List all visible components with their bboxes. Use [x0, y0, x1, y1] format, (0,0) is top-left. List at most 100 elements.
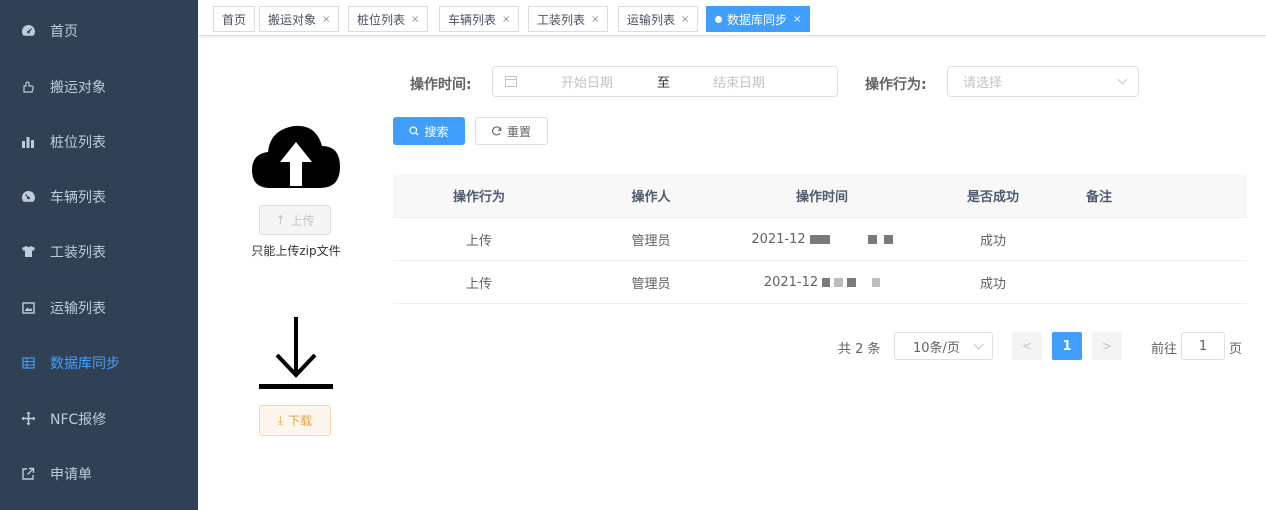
close-icon[interactable]: × — [591, 14, 599, 25]
upload-tip: 只能上传zip文件 — [251, 244, 341, 258]
search-button-label: 搜索 — [424, 124, 449, 139]
sidebar-item-label: NFC报修 — [50, 411, 107, 428]
refresh-icon — [492, 126, 502, 136]
table-row[interactable]: 上传 管理员 2021-12 成功 — [393, 261, 1247, 304]
move-icon — [20, 411, 36, 427]
tag-vehicle-list[interactable]: 车辆列表 × — [439, 6, 520, 32]
close-icon[interactable]: × — [502, 14, 510, 25]
pagination-total: 共 2 条 — [838, 342, 881, 357]
cloud-upload-icon[interactable] — [250, 120, 342, 190]
close-icon[interactable]: × — [322, 14, 330, 25]
gauge-icon — [20, 189, 36, 205]
search-button[interactable]: 搜索 — [393, 117, 465, 145]
sidebar: 首页 搬运对象 桩位列表 车辆列表 工装列表 运输列表 数据库同步 NFC报修 … — [0, 0, 198, 510]
chevron-down-icon — [1117, 74, 1128, 85]
sidebar-item-home[interactable]: 首页 — [0, 3, 198, 58]
shirt-icon — [20, 244, 36, 260]
active-dot-icon — [715, 15, 722, 23]
redacted-block — [822, 277, 831, 287]
sidebar-item-label: 申请单 — [50, 466, 92, 483]
sidebar-item-vehicle-list[interactable]: 车辆列表 — [0, 169, 198, 224]
sidebar-item-label: 桩位列表 — [50, 134, 106, 151]
date-range-picker[interactable]: 开始日期 至 结束日期 — [492, 66, 838, 97]
cell-operator: 管理员 — [631, 276, 671, 292]
cell-operator: 管理员 — [631, 233, 671, 249]
tag-label: 工装列表 — [537, 12, 586, 27]
sidebar-item-tooling-list[interactable]: 工装列表 — [0, 224, 198, 279]
sidebar-item-transport-list[interactable]: 运输列表 — [0, 280, 198, 335]
range-separator: 至 — [657, 76, 671, 91]
tag-transport-list[interactable]: 运输列表 × — [618, 6, 699, 32]
download-button[interactable]: ⤓ 下载 — [259, 405, 331, 436]
page-suffix: 页 — [1229, 342, 1243, 357]
redacted-block — [834, 277, 844, 287]
redacted-block — [872, 277, 881, 287]
col-operator: 操作人 — [631, 190, 671, 205]
sidebar-item-label: 运输列表 — [50, 300, 106, 317]
download-icon[interactable] — [255, 315, 337, 395]
end-date-input[interactable]: 结束日期 — [713, 72, 765, 91]
page-size-select[interactable]: 10条/页 — [894, 332, 993, 360]
sync-log-table: 操作行为 操作人 操作时间 是否成功 备注 上传 管理员 2021-12 成功 … — [393, 174, 1247, 304]
page-number-1[interactable]: 1 — [1052, 332, 1082, 360]
sidebar-item-label: 车辆列表 — [50, 189, 106, 206]
sidebar-item-request-form[interactable]: 申请单 — [0, 446, 198, 501]
dashboard-icon — [20, 23, 36, 39]
sidebar-item-label: 首页 — [50, 23, 78, 40]
col-time: 操作时间 — [795, 190, 848, 205]
cell-time-text: 2021-12 — [751, 231, 806, 247]
action-select-placeholder: 请选择 — [963, 76, 1003, 91]
reset-button-label: 重置 — [506, 124, 531, 139]
start-date-input[interactable]: 开始日期 — [561, 72, 613, 91]
action-label: 操作行为: — [865, 77, 927, 93]
search-icon — [409, 126, 420, 136]
sidebar-item-transport-objects[interactable]: 搬运对象 — [0, 59, 198, 114]
sidebar-item-label: 工装列表 — [50, 244, 106, 261]
redacted-block — [883, 234, 893, 244]
close-icon[interactable]: × — [681, 14, 689, 25]
col-remark: 备注 — [1085, 190, 1112, 205]
chevron-right-icon: > — [1101, 339, 1113, 353]
cell-success: 成功 — [979, 276, 1006, 292]
table-row[interactable]: 上传 管理员 2021-12 成功 — [393, 218, 1247, 261]
chevron-left-icon: < — [1021, 339, 1033, 353]
upload-button-label: 上传 — [290, 213, 315, 228]
close-icon[interactable]: × — [793, 14, 801, 25]
sidebar-item-nfc-repair[interactable]: NFC报修 — [0, 391, 198, 446]
col-success: 是否成功 — [966, 190, 1019, 205]
tag-label: 运输列表 — [627, 12, 676, 27]
grid-icon — [20, 355, 36, 371]
tag-home[interactable]: 首页 — [213, 6, 256, 32]
tag-pile-list[interactable]: 桩位列表 × — [348, 6, 429, 32]
redacted-block — [809, 234, 830, 244]
reset-button[interactable]: 重置 — [475, 117, 548, 145]
cell-time-text: 2021-12 — [763, 274, 819, 290]
sidebar-item-db-sync[interactable]: 数据库同步 — [0, 335, 198, 390]
tag-tooling-list[interactable]: 工装列表 × — [528, 6, 609, 32]
tag-label: 数据库同步 — [727, 12, 788, 27]
tag-label: 首页 — [222, 12, 247, 27]
action-select[interactable]: 请选择 — [947, 66, 1139, 97]
tag-db-sync[interactable]: 数据库同步 × — [706, 6, 811, 32]
download-arrow-icon: ⤓ — [277, 413, 284, 427]
tag-label: 搬运对象 — [268, 12, 317, 27]
sidebar-item-pile-list[interactable]: 桩位列表 — [0, 114, 198, 169]
tag-transport-objects[interactable]: 搬运对象 × — [259, 6, 340, 32]
time-label: 操作时间: — [410, 77, 472, 93]
page-size-value: 10条/页 — [913, 340, 960, 356]
redacted-block — [867, 234, 877, 244]
goto-page-input[interactable]: 1 — [1181, 332, 1225, 360]
external-link-icon — [20, 466, 36, 482]
close-icon[interactable]: × — [411, 14, 419, 25]
cell-success: 成功 — [979, 233, 1006, 249]
next-page-button[interactable]: > — [1092, 332, 1122, 360]
sidebar-item-label: 搬运对象 — [50, 79, 106, 96]
table-header: 操作行为 操作人 操作时间 是否成功 备注 — [393, 174, 1247, 218]
upload-button[interactable]: ↑ 上传 — [259, 205, 331, 235]
chevron-down-icon — [973, 339, 984, 349]
goto-label: 前往 — [1151, 342, 1178, 357]
bar-chart-icon — [20, 134, 36, 150]
cell-action: 上传 — [465, 276, 492, 292]
prev-page-button[interactable]: < — [1012, 332, 1042, 360]
sidebar-item-label: 数据库同步 — [50, 355, 120, 372]
